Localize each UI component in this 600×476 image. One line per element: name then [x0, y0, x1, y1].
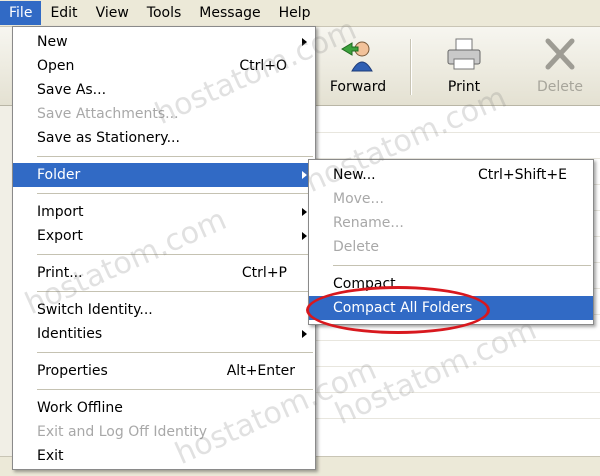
forward-icon [341, 41, 373, 72]
delete-button[interactable]: Delete [520, 27, 600, 103]
menu-file[interactable]: File [0, 1, 42, 25]
submenu-item-new-folder[interactable]: New... Ctrl+Shift+E [309, 163, 593, 187]
menu-view[interactable]: View [87, 1, 138, 25]
submenu-arrow-icon [302, 232, 307, 240]
submenu-item-compact-all-folders[interactable]: Compact All Folders [309, 296, 593, 320]
menu-item-save-as-stationery[interactable]: Save as Stationery... [13, 126, 315, 150]
menu-help[interactable]: Help [270, 1, 320, 25]
submenu-item-delete: Delete [333, 239, 379, 255]
submenu-arrow-icon [302, 171, 307, 179]
menu-item-properties[interactable]: Properties Alt+Enter [13, 359, 315, 383]
print-button[interactable]: Print [424, 27, 504, 103]
forward-button[interactable]: Forward [318, 27, 398, 103]
forward-label: Forward [329, 79, 387, 95]
printer-icon [447, 38, 481, 70]
submenu-item-compact[interactable]: Compact [309, 272, 593, 296]
menu-item-print[interactable]: Print... Ctrl+P [13, 261, 315, 285]
menu-edit[interactable]: Edit [41, 1, 86, 25]
delete-x-icon [545, 38, 575, 70]
menu-item-exit[interactable]: Exit [13, 444, 315, 468]
menu-item-switch-identity[interactable]: Switch Identity... [13, 298, 315, 322]
submenu-arrow-icon [302, 330, 307, 338]
menu-tools[interactable]: Tools [138, 1, 191, 25]
print-label: Print [447, 79, 481, 95]
menu-bar: File Edit View Tools Message Help [0, 0, 600, 27]
menu-item-work-offline[interactable]: Work Offline [13, 396, 315, 420]
menu-item-save-as[interactable]: Save As... [13, 78, 315, 102]
folder-submenu: New... Ctrl+Shift+E Move... Rename... Del… [308, 159, 594, 325]
submenu-arrow-icon [302, 208, 307, 216]
menu-item-save-attachments: Save Attachments... [37, 106, 179, 122]
menu-message[interactable]: Message [190, 1, 269, 25]
delete-label: Delete [537, 79, 583, 95]
menu-item-open[interactable]: Open Ctrl+O [13, 54, 315, 78]
menu-item-exit-logoff: Exit and Log Off Identity [37, 424, 207, 440]
menu-item-identities[interactable]: Identities [13, 322, 315, 346]
file-menu: New Open Ctrl+O Save As... Save Attachmen… [12, 26, 316, 470]
menu-item-folder[interactable]: Folder [13, 163, 315, 187]
submenu-arrow-icon [302, 38, 307, 46]
submenu-item-move: Move... [333, 191, 384, 207]
menu-item-import[interactable]: Import [13, 200, 315, 224]
menu-item-export[interactable]: Export [13, 224, 315, 248]
submenu-item-rename: Rename... [333, 215, 404, 231]
menu-item-new[interactable]: New [13, 30, 315, 54]
